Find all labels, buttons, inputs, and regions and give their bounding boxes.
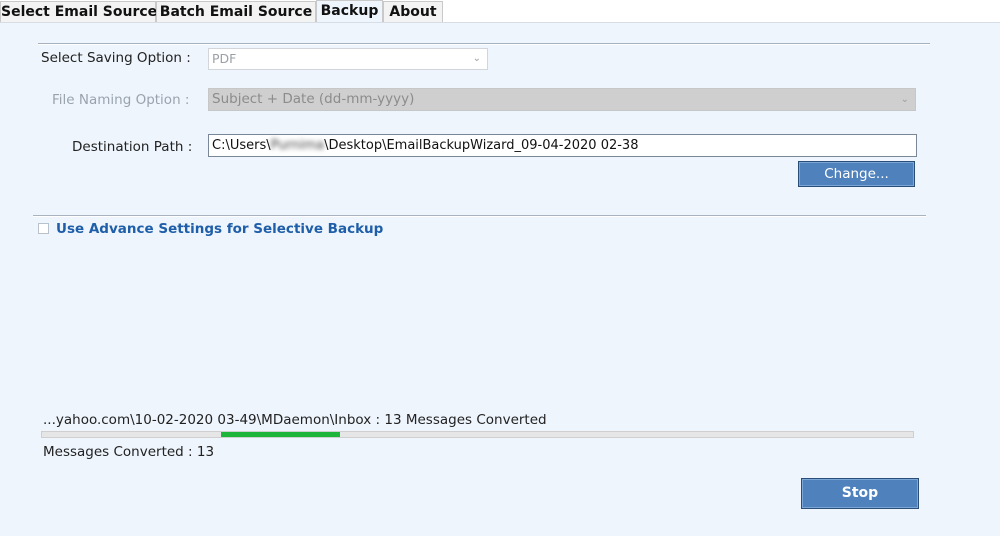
change-button[interactable]: Change...	[798, 161, 915, 187]
advance-settings-label[interactable]: Use Advance Settings for Selective Backu…	[56, 221, 383, 237]
tab-about[interactable]: About	[383, 1, 443, 22]
stop-button[interactable]: Stop	[801, 478, 919, 509]
path-user-blurred: Purnima	[270, 138, 325, 153]
tab-batch-email-source[interactable]: Batch Email Source	[156, 1, 316, 22]
destination-path-field[interactable]: C:\Users\Purnima\Desktop\EmailBackupWiza…	[208, 134, 917, 157]
backup-window: Select Email Source Batch Email Source B…	[0, 0, 1000, 536]
file-naming-label: File Naming Option :	[52, 92, 190, 108]
progress-indicator	[221, 432, 340, 437]
chevron-down-icon: ⌄	[472, 53, 481, 64]
middle-divider	[33, 215, 926, 216]
file-naming-select[interactable]: Subject + Date (dd-mm-yyyy) ⌄	[208, 88, 916, 111]
saving-option-label: Select Saving Option :	[41, 50, 191, 66]
file-naming-value: Subject + Date (dd-mm-yyyy)	[212, 91, 415, 107]
saving-option-select[interactable]: PDF ⌄	[208, 48, 488, 70]
destination-path-label: Destination Path :	[72, 139, 193, 155]
progress-status-text: ...yahoo.com\10-02-2020 03-49\MDaemon\In…	[43, 412, 547, 428]
messages-converted-text: Messages Converted : 13	[43, 444, 215, 460]
path-prefix: C:\Users\	[212, 138, 271, 153]
tab-strip: Select Email Source Batch Email Source B…	[0, 0, 1000, 23]
chevron-down-icon: ⌄	[900, 94, 909, 105]
advance-settings-checkbox[interactable]	[38, 223, 49, 234]
tab-backup[interactable]: Backup	[316, 0, 383, 22]
path-suffix: \Desktop\EmailBackupWizard_09-04-2020 02…	[324, 138, 639, 153]
top-divider	[38, 43, 930, 44]
saving-option-value: PDF	[212, 51, 237, 66]
tab-select-email-source[interactable]: Select Email Source	[0, 1, 157, 22]
progress-bar	[41, 431, 914, 438]
